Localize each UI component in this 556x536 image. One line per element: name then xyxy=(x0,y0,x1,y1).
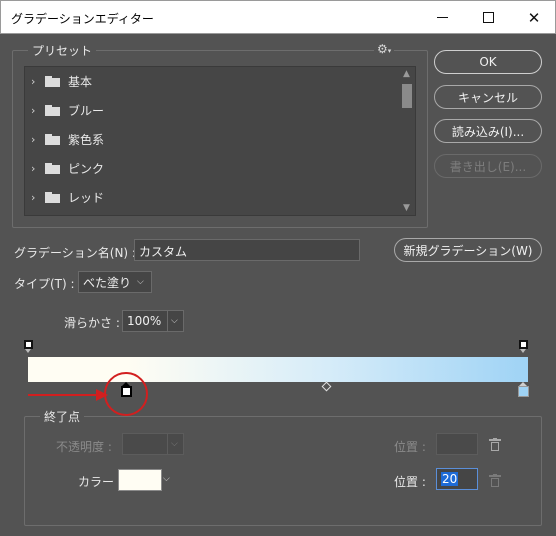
preset-folder[interactable]: › ブルー xyxy=(25,96,399,125)
stops-label: 終了点 xyxy=(40,408,85,425)
annotation-circle xyxy=(104,372,148,416)
opacity-input[interactable] xyxy=(122,433,168,455)
color-swatch[interactable] xyxy=(118,469,162,491)
minimize-icon xyxy=(436,17,448,18)
scrollbar-thumb[interactable] xyxy=(402,84,412,108)
chevron-down-icon: ▾ xyxy=(387,47,392,55)
close-icon: ✕ xyxy=(527,8,541,27)
smoothness-input[interactable]: 100% xyxy=(122,310,168,332)
delete-color-stop-icon[interactable] xyxy=(489,474,501,487)
cancel-button[interactable]: キャンセル xyxy=(434,85,542,109)
type-select[interactable]: べた塗り ⌵ xyxy=(78,271,152,293)
chevron-down-icon[interactable]: ⌵ xyxy=(163,474,170,484)
presets-label: プリセット xyxy=(28,42,97,59)
opacity-stop[interactable] xyxy=(519,340,528,353)
preset-folder-label: レッド xyxy=(68,191,105,205)
folder-icon xyxy=(45,76,60,87)
chevron-down-icon: ⌵ xyxy=(171,439,178,449)
presets-gear-button[interactable]: ⚙▾ xyxy=(374,42,395,56)
folder-icon xyxy=(45,134,60,145)
preset-folder[interactable]: › レッド xyxy=(25,183,399,212)
type-label: タイプ(T) : xyxy=(14,277,75,291)
preset-folder[interactable]: › 基本 xyxy=(25,67,399,96)
close-button[interactable]: ✕ xyxy=(511,1,556,34)
chevron-right-icon[interactable]: › xyxy=(31,104,35,117)
preset-list[interactable]: › 基本 › ブルー › 紫色系 › ピンク › レッド ▲ ▼ xyxy=(24,66,416,216)
title-bar: グラデーションエディター ✕ xyxy=(0,0,556,34)
chevron-down-icon: ⌵ xyxy=(137,277,144,287)
gear-icon: ⚙ xyxy=(377,42,388,56)
color-midpoint[interactable] xyxy=(321,381,332,392)
preset-folder-label: 基本 xyxy=(68,75,93,89)
preset-scrollbar[interactable]: ▲ ▼ xyxy=(399,67,415,215)
minimize-button[interactable] xyxy=(419,1,465,34)
load-button[interactable]: 読み込み(I)... xyxy=(434,119,542,143)
maximize-button[interactable] xyxy=(465,1,511,34)
chevron-right-icon[interactable]: › xyxy=(31,191,35,204)
ok-button[interactable]: OK xyxy=(434,50,542,74)
color-label: カラー : xyxy=(78,475,122,489)
opacity-stop[interactable] xyxy=(24,340,33,353)
folder-icon xyxy=(45,192,60,203)
annotation-arrow xyxy=(28,394,98,396)
window-title: グラデーションエディター xyxy=(11,12,154,26)
folder-icon xyxy=(45,105,60,116)
folder-icon xyxy=(45,163,60,174)
opacity-dropdown[interactable]: ⌵ xyxy=(167,433,184,455)
preset-folder[interactable]: › ピンク xyxy=(25,154,399,183)
preset-folder-label: 紫色系 xyxy=(68,133,105,147)
maximize-icon xyxy=(482,12,494,23)
save-button[interactable]: 書き出し(E)... xyxy=(434,154,542,178)
opacity-label: 不透明度 : xyxy=(56,440,112,454)
chevron-right-icon[interactable]: › xyxy=(31,133,35,146)
preset-folder-label: ブルー xyxy=(68,104,105,118)
preset-folder[interactable]: › 紫色系 xyxy=(25,125,399,154)
annotation-arrow-head xyxy=(96,389,108,401)
gradient-name-input[interactable]: カスタム xyxy=(134,239,360,261)
chevron-right-icon[interactable]: › xyxy=(31,162,35,175)
smoothness-dropdown[interactable]: ⌵ xyxy=(167,310,184,332)
new-gradient-button[interactable]: 新規グラデーション(W) xyxy=(394,238,542,262)
color-stop[interactable] xyxy=(518,382,529,397)
delete-opacity-stop-icon[interactable] xyxy=(489,438,501,451)
scroll-up-icon[interactable]: ▲ xyxy=(403,69,410,79)
smoothness-label: 滑らかさ : xyxy=(64,316,120,330)
chevron-down-icon: ⌵ xyxy=(171,316,178,326)
color-location-input[interactable]: 20 xyxy=(436,468,478,490)
color-location-label: 位置 : xyxy=(394,475,426,489)
type-select-value: べた塗り xyxy=(83,275,132,290)
opacity-location-label: 位置 : xyxy=(394,440,426,454)
preset-folder-label: ピンク xyxy=(68,162,105,176)
gradient-name-label: グラデーション名(N) : xyxy=(14,246,136,260)
chevron-right-icon[interactable]: › xyxy=(31,75,35,88)
color-location-value: 20 xyxy=(441,472,459,486)
gradient-preview-bar[interactable] xyxy=(28,357,528,382)
scroll-down-icon[interactable]: ▼ xyxy=(403,203,410,213)
opacity-location-input[interactable] xyxy=(436,433,478,455)
